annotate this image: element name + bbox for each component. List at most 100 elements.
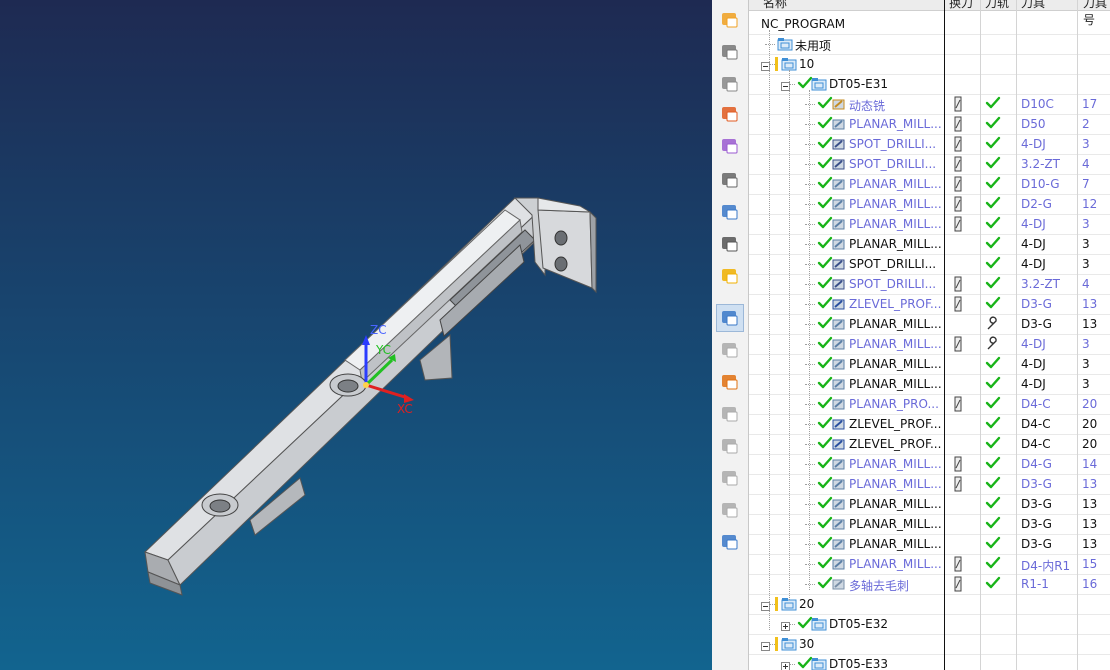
operation-row[interactable]: PLANAR_MILL... D10-G 7 <box>749 174 1110 195</box>
operation-row[interactable]: 多轴去毛刺 R1-1 16 <box>749 574 1110 595</box>
tool-change-icon <box>953 556 963 575</box>
tool-change-icon <box>953 116 963 135</box>
path-ok-icon <box>985 476 1001 493</box>
simulate-machine-icon[interactable] <box>716 496 744 524</box>
method-view-icon[interactable] <box>716 262 744 290</box>
operation-row[interactable]: PLANAR_MILL... D3-G 13 <box>749 514 1110 535</box>
node-name: NC_PROGRAM <box>761 17 846 31</box>
operation-row[interactable]: PLANAR_MILL... D3-G 13 <box>749 474 1110 495</box>
collapse-icon[interactable] <box>761 640 770 654</box>
tree-node-row[interactable]: 未用项 <box>749 34 1110 55</box>
column-divider <box>944 0 945 670</box>
operation-row[interactable]: PLANAR_MILL... D2-G 12 <box>749 194 1110 215</box>
create-program-icon[interactable] <box>716 6 744 34</box>
path-ok-icon <box>985 156 1001 173</box>
tool-number: 4 <box>1082 277 1090 291</box>
planar-operation-icon <box>831 337 847 354</box>
tool-number: 13 <box>1082 517 1098 531</box>
program-order-view-icon[interactable] <box>716 304 744 332</box>
expand-icon[interactable] <box>781 660 790 670</box>
node-name: 30 <box>799 637 815 651</box>
node-name: PLANAR_MILL... <box>849 197 942 211</box>
tool-number: 3 <box>1082 337 1090 351</box>
drill-operation-icon <box>831 257 847 274</box>
tree-node-row[interactable]: DT05-E31 <box>749 74 1110 95</box>
verify-toolpath-icon[interactable] <box>716 400 744 428</box>
path-ok-icon <box>985 416 1001 433</box>
operation-row[interactable]: PLANAR_MILL... D3-G 13 <box>749 494 1110 515</box>
create-method-icon[interactable] <box>716 100 744 128</box>
tool-name: D4-C <box>1021 417 1051 431</box>
tool-number: 3 <box>1082 217 1090 231</box>
program-folder-icon <box>811 657 827 670</box>
tool-name: D3-G <box>1021 297 1052 311</box>
program-folder-icon <box>811 77 827 94</box>
col-tool[interactable]: 刀具 <box>1021 0 1045 11</box>
path-ok-icon <box>985 496 1001 513</box>
drill-operation-icon <box>831 157 847 174</box>
operation-row[interactable]: PLANAR_MILL... D3-G 13 <box>749 314 1110 335</box>
postprocess-icon[interactable] <box>716 432 744 460</box>
planar-operation-icon <box>831 357 847 374</box>
column-divider <box>1016 0 1017 670</box>
path-ok-icon <box>985 256 1001 273</box>
operation-row[interactable]: SPOT_DRILLI... 4-DJ 3 <box>749 134 1110 155</box>
generate-toolpath-icon[interactable] <box>716 336 744 364</box>
tree-node-row[interactable]: 30 <box>749 634 1110 655</box>
tree-node-row[interactable]: 20 <box>749 594 1110 615</box>
tool-name: D50 <box>1021 117 1046 131</box>
operation-row[interactable]: PLANAR_MILL... 4-DJ 3 <box>749 374 1110 395</box>
col-name[interactable]: 名称 <box>763 0 787 11</box>
path-ok-icon <box>985 136 1001 153</box>
create-geometry-icon[interactable] <box>716 70 744 98</box>
planar-operation-icon <box>831 497 847 514</box>
create-operation-icon[interactable] <box>716 132 744 160</box>
operation-row[interactable]: SPOT_DRILLI... 3.2-ZT 4 <box>749 274 1110 295</box>
operation-row[interactable]: ZLEVEL_PROF... D3-G 13 <box>749 294 1110 315</box>
operation-row[interactable]: ZLEVEL_PROF... D4-C 20 <box>749 434 1110 455</box>
operation-row[interactable]: SPOT_DRILLI... 4-DJ 3 <box>749 254 1110 275</box>
operation-row[interactable]: PLANAR_MILL... D3-G 13 <box>749 534 1110 555</box>
tree-node-row[interactable]: DT05-E32 <box>749 614 1110 635</box>
shop-doc-icon[interactable] <box>716 464 744 492</box>
tool-name: R1-1 <box>1021 577 1049 591</box>
operation-row[interactable]: PLANAR_MILL... 4-DJ 3 <box>749 354 1110 375</box>
col-tool-change[interactable]: 换刀 <box>949 0 973 11</box>
expand-icon[interactable] <box>781 620 790 634</box>
node-name: PLANAR_MILL... <box>849 457 942 471</box>
machine-tool-view-icon[interactable] <box>716 230 744 258</box>
tree-node-row[interactable]: 10 <box>749 54 1110 75</box>
node-name: 20 <box>799 597 815 611</box>
node-name: PLANAR_MILL... <box>849 177 942 191</box>
tree-node-row[interactable]: DT05-E33 <box>749 654 1110 670</box>
operation-row[interactable]: PLANAR_MILL... 4-DJ 3 <box>749 334 1110 355</box>
status-bar-icon <box>775 597 779 614</box>
operation-row[interactable]: ZLEVEL_PROF... D4-C 20 <box>749 414 1110 435</box>
tool-number: 14 <box>1082 457 1098 471</box>
operation-row[interactable]: PLANAR_MILL... D4-G 14 <box>749 454 1110 475</box>
tree-connector <box>805 524 815 525</box>
program-view-icon[interactable] <box>716 198 744 226</box>
xc-label: XC <box>397 402 413 416</box>
tree-connector <box>805 244 815 245</box>
path-ok-icon <box>985 576 1001 593</box>
tree-connector <box>805 224 815 225</box>
replay-toolpath-icon[interactable] <box>716 368 744 396</box>
tool-name: D3-G <box>1021 477 1052 491</box>
output-cls-icon[interactable] <box>716 528 744 556</box>
operation-row[interactable]: PLANAR_MILL... D4-内R1 15 <box>749 554 1110 575</box>
operation-row[interactable]: PLANAR_MILL... D50 2 <box>749 114 1110 135</box>
graphics-viewport[interactable]: ZC YC XC <box>0 0 712 670</box>
operation-row[interactable]: PLANAR_MILL... 4-DJ 3 <box>749 234 1110 255</box>
create-tool-icon[interactable] <box>716 38 744 66</box>
node-name: PLANAR_MILL... <box>849 337 942 351</box>
tree-node-row[interactable]: NC_PROGRAM <box>749 14 1110 35</box>
col-path[interactable]: 刀轨 <box>985 0 1009 11</box>
tree-connector <box>765 44 775 45</box>
operation-row[interactable]: PLANAR_PRO... D4-C 20 <box>749 394 1110 415</box>
tree-connector <box>805 464 815 465</box>
operation-row[interactable]: 动态铣 D10C 17 <box>749 94 1110 115</box>
operation-row[interactable]: SPOT_DRILLI... 3.2-ZT 4 <box>749 154 1110 175</box>
operation-row[interactable]: PLANAR_MILL... 4-DJ 3 <box>749 214 1110 235</box>
geometry-view-icon[interactable] <box>716 166 744 194</box>
